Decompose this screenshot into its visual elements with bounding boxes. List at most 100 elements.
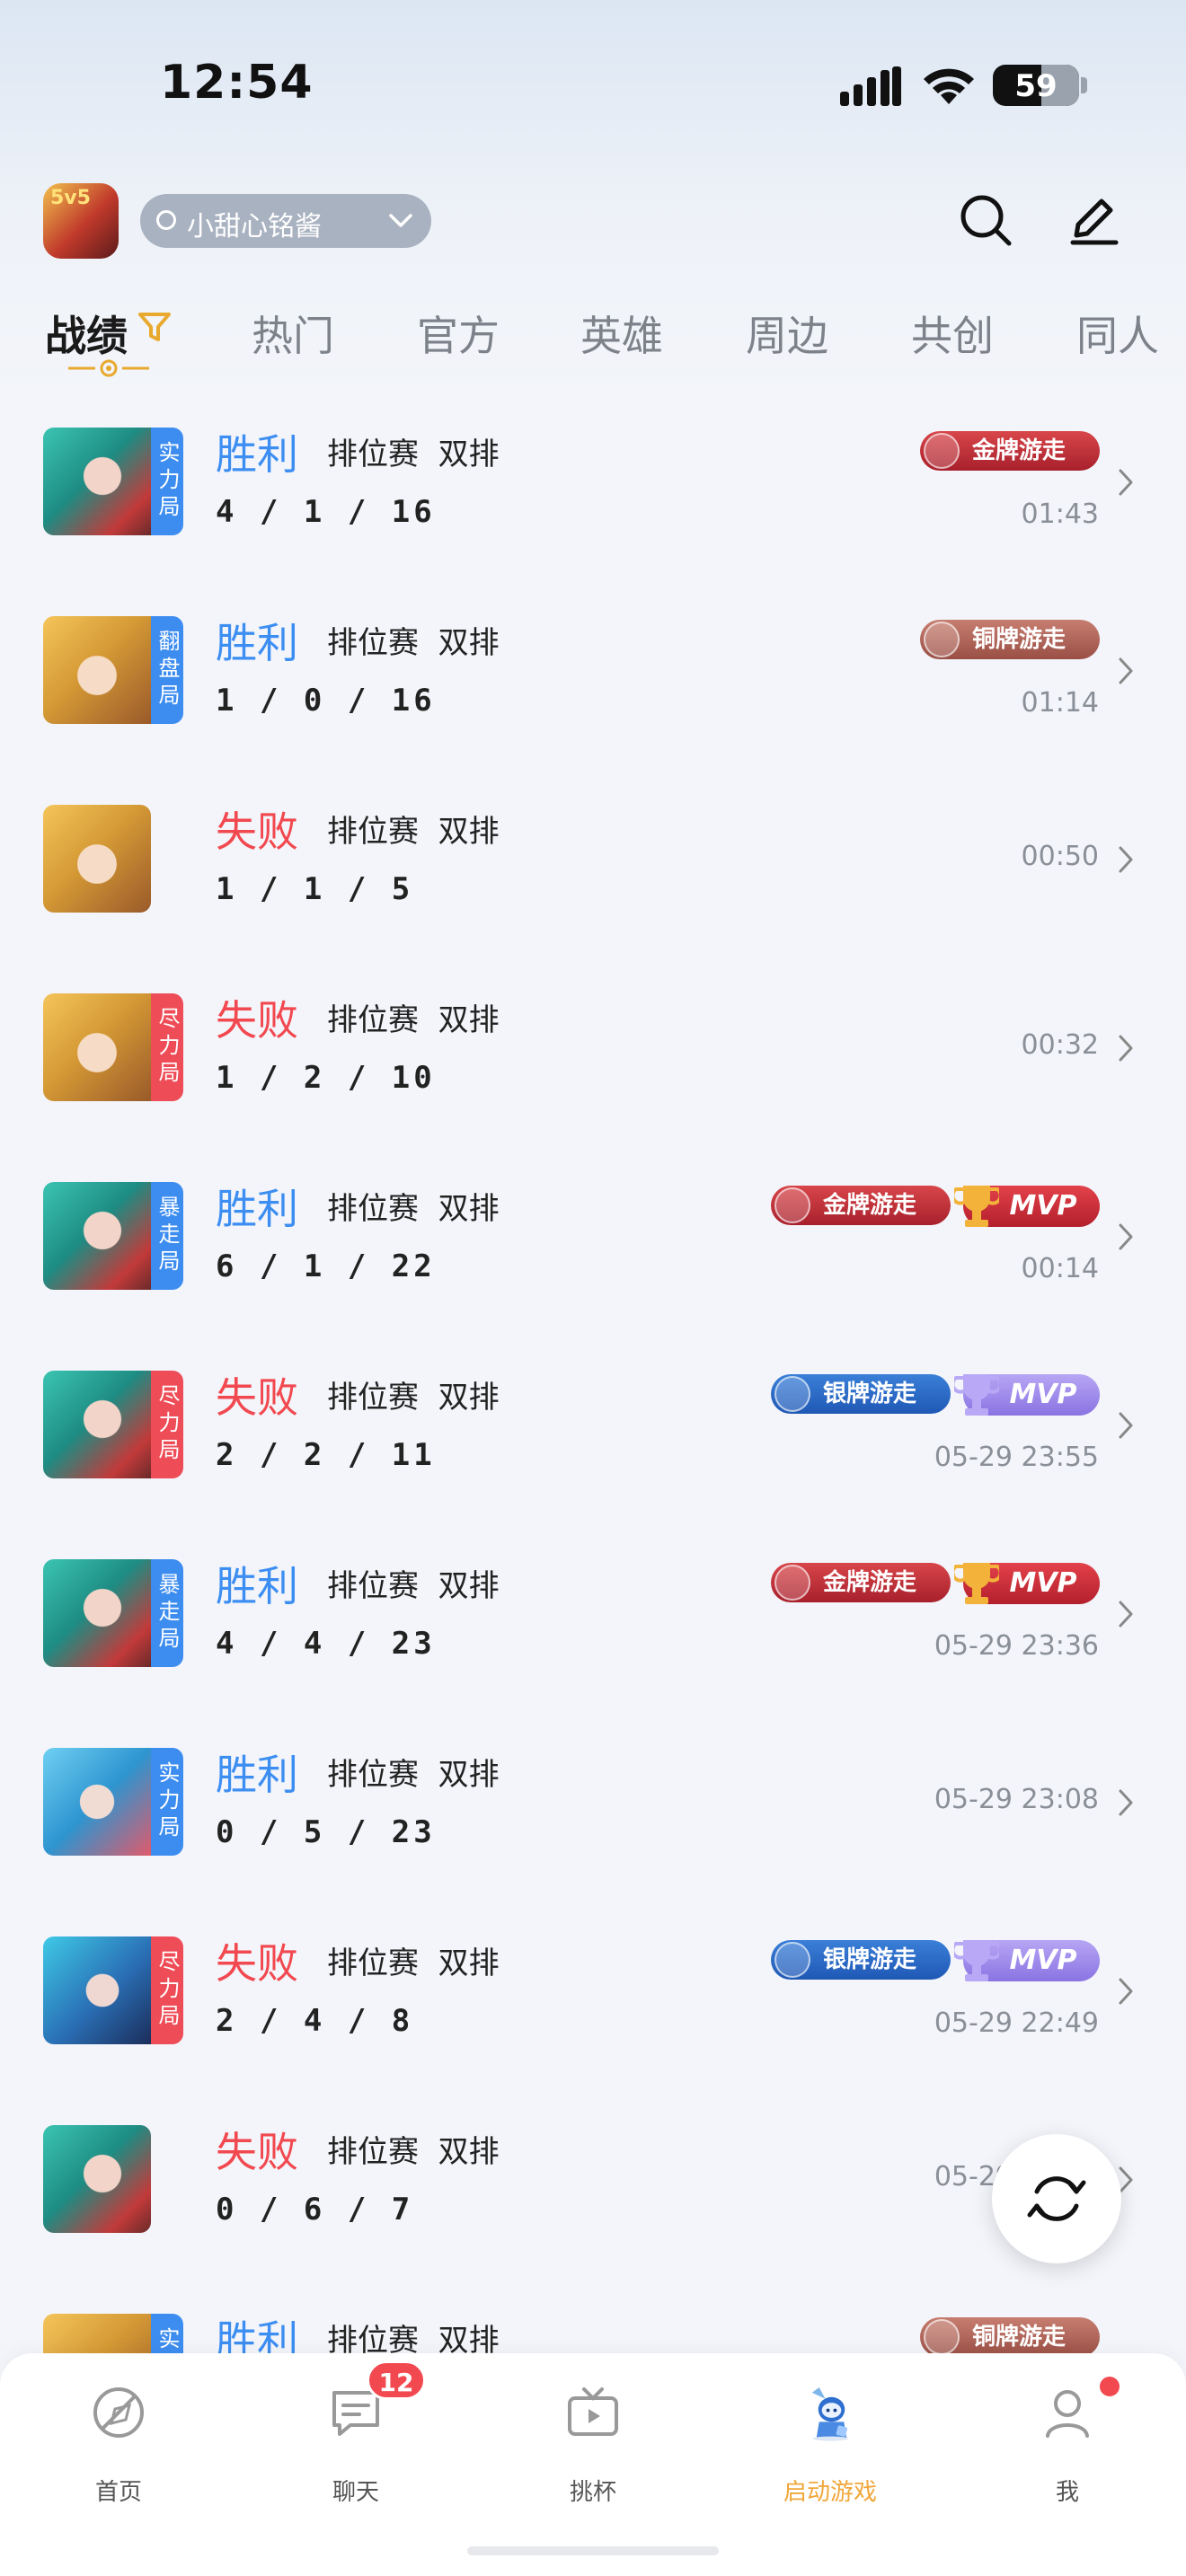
- tv-icon: [568, 2387, 618, 2436]
- tab-merch[interactable]: 周边: [746, 304, 828, 363]
- account-switcher[interactable]: 小甜心铭酱: [140, 194, 431, 248]
- match-mode: 排位赛 双排: [327, 1945, 500, 1981]
- nav-launch-game[interactable]: 启动游戏: [758, 2384, 902, 2519]
- profile-icon: [1046, 2390, 1089, 2438]
- match-row[interactable]: 尽力局 失败 排位赛 双排 2 / 4 / 8 银牌游走 MVP 05-29 22:49: [0, 1904, 1186, 2077]
- match-tag: 实力局: [151, 1748, 183, 1856]
- match-row[interactable]: 实力局胜利排位赛 双排3 / 1 / 17铜牌游走05-29: [0, 2281, 1186, 2353]
- refresh-button[interactable]: [992, 2134, 1121, 2263]
- trophy-icon: [954, 1940, 999, 1981]
- match-mode: 排位赛 双排: [327, 1002, 500, 1038]
- match-row[interactable]: 暴走局 胜利 排位赛 双排 4 / 4 / 23 金牌游走 MVP 05-29 23:36: [0, 1527, 1186, 1699]
- tab-heroes[interactable]: 英雄: [580, 304, 663, 363]
- home-icon: [93, 2387, 144, 2438]
- match-row[interactable]: 失败 排位赛 双排 1 / 1 / 5 00:50: [0, 772, 1186, 945]
- match-row[interactable]: 翻盘局 胜利 排位赛 双排 1 / 0 / 16 铜牌游走 01:14: [0, 584, 1186, 756]
- badge-emblem-icon: [774, 1187, 810, 1223]
- badge-emblem-icon: [924, 433, 960, 469]
- category-tabs: 战绩 热门 官方 英雄 周边 共创 同人: [0, 296, 1186, 386]
- match-time: 01:14: [1021, 687, 1099, 719]
- badge-emblem-icon: [924, 622, 960, 657]
- mvp-badge: MVP: [954, 1186, 1100, 1227]
- match-kda: 4 / 4 / 23: [216, 1626, 436, 1662]
- game-app-logo[interactable]: 5v5: [43, 183, 119, 259]
- badge-label: 银牌游走: [823, 1946, 917, 1973]
- match-time: 01:43: [1021, 498, 1099, 530]
- search-icon[interactable]: [958, 192, 1013, 248]
- hero-avatar: [43, 1559, 151, 1667]
- chevron-right-icon: [1119, 1412, 1133, 1439]
- chevron-right-icon: [1119, 1978, 1133, 2005]
- match-result: 胜利: [216, 1751, 298, 1799]
- chevron-right-icon: [1119, 657, 1133, 684]
- active-tab-indicator: [68, 359, 149, 377]
- badge-label: 金牌游走: [972, 437, 1067, 464]
- match-time: 05-29 23:36: [934, 1630, 1099, 1662]
- status-time: 12:54: [160, 56, 314, 110]
- match-mode: 排位赛 双排: [327, 1380, 500, 1416]
- edit-icon[interactable]: [1066, 192, 1121, 248]
- match-result: 失败: [216, 1939, 298, 1988]
- match-kda: 1 / 0 / 16: [216, 683, 436, 719]
- nav-me-label: 我: [1055, 2479, 1079, 2506]
- mvp-badge: MVP: [954, 1374, 1100, 1416]
- badge-emblem-icon: [774, 1376, 810, 1412]
- tab-cocreate[interactable]: 共创: [911, 304, 994, 363]
- position-badge: 银牌游走: [771, 1374, 951, 1414]
- nav-me[interactable]: 我: [996, 2377, 1139, 2519]
- match-mode: 排位赛 双排: [327, 1191, 500, 1227]
- tab-fanart[interactable]: 同人: [1076, 304, 1159, 363]
- match-row[interactable]: 暴走局 胜利 排位赛 双排 6 / 1 / 22 金牌游走 MVP 00:14: [0, 1150, 1186, 1322]
- match-tag: 暴走局: [151, 1559, 183, 1667]
- hero-avatar: [43, 1936, 151, 2044]
- mvp-label: MVP: [1009, 1190, 1077, 1222]
- nav-cup[interactable]: 挑杯: [521, 2384, 665, 2519]
- match-mode: 排位赛 双排: [327, 1568, 500, 1604]
- match-result: 失败: [216, 996, 298, 1045]
- mvp-badge: MVP: [954, 1563, 1100, 1604]
- match-tag: 暴走局: [151, 1182, 183, 1290]
- battery-tip: [1081, 77, 1087, 93]
- hero-avatar: [43, 616, 151, 724]
- unread-count-badge: 12: [367, 2360, 426, 2400]
- position-badge: 铜牌游走: [920, 620, 1100, 659]
- refresh-icon: [1027, 2176, 1086, 2221]
- hero-avatar: [43, 1182, 151, 1290]
- battery-level: 59: [1014, 68, 1058, 104]
- chevron-right-icon: [1119, 1223, 1133, 1250]
- wifi-icon: [924, 68, 974, 104]
- tab-hot[interactable]: 热门: [252, 304, 334, 363]
- match-result: 胜利: [216, 1562, 298, 1610]
- position-badge: 金牌游走: [771, 1186, 951, 1225]
- badge-label: 金牌游走: [823, 1192, 917, 1219]
- hero-avatar: [43, 1371, 151, 1478]
- nav-home[interactable]: 首页: [47, 2384, 190, 2519]
- nav-chat[interactable]: 12 聊天: [284, 2360, 428, 2519]
- notification-dot: [1100, 2377, 1120, 2396]
- hero-avatar: [43, 805, 151, 913]
- hero-avatar: [43, 428, 151, 535]
- match-kda: 4 / 1 / 16: [216, 494, 436, 530]
- chevron-right-icon: [1119, 469, 1133, 496]
- game-mascot-icon: [811, 2386, 849, 2441]
- badge-emblem-icon: [774, 1942, 810, 1978]
- match-tag: 翻盘局: [151, 616, 183, 724]
- tab-official[interactable]: 官方: [417, 304, 500, 363]
- match-row[interactable]: 实力局 胜利 排位赛 双排 4 / 1 / 16 金牌游走 01:43: [0, 395, 1186, 568]
- badge-emblem-icon: [924, 2319, 960, 2353]
- chevron-down-icon: [389, 214, 412, 227]
- match-row[interactable]: 尽力局 失败 排位赛 双排 1 / 2 / 10 00:32: [0, 961, 1186, 1134]
- match-history-list: 实力局 胜利 排位赛 双排 4 / 1 / 16 金牌游走 01:43 翻盘局 胜利 排位赛 双…: [0, 395, 1186, 2353]
- cellular-signal-icon: [840, 66, 901, 106]
- match-mode: 排位赛 双排: [327, 2134, 500, 2170]
- match-row[interactable]: 实力局 胜利 排位赛 双排 0 / 5 / 23 05-29 23:08: [0, 1716, 1186, 1888]
- tab-stats[interactable]: 战绩: [45, 304, 128, 363]
- match-result: 胜利: [216, 619, 298, 667]
- filter-icon[interactable]: [137, 309, 173, 345]
- trophy-icon: [954, 1374, 999, 1416]
- match-tag: 尽力局: [151, 993, 183, 1101]
- hero-avatar: [43, 2125, 151, 2233]
- position-badge: 铜牌游走: [920, 2317, 1100, 2353]
- match-row[interactable]: 尽力局 失败 排位赛 双排 2 / 2 / 11 银牌游走 MVP 05-29 23:55: [0, 1338, 1186, 1511]
- position-badge: 金牌游走: [920, 431, 1100, 471]
